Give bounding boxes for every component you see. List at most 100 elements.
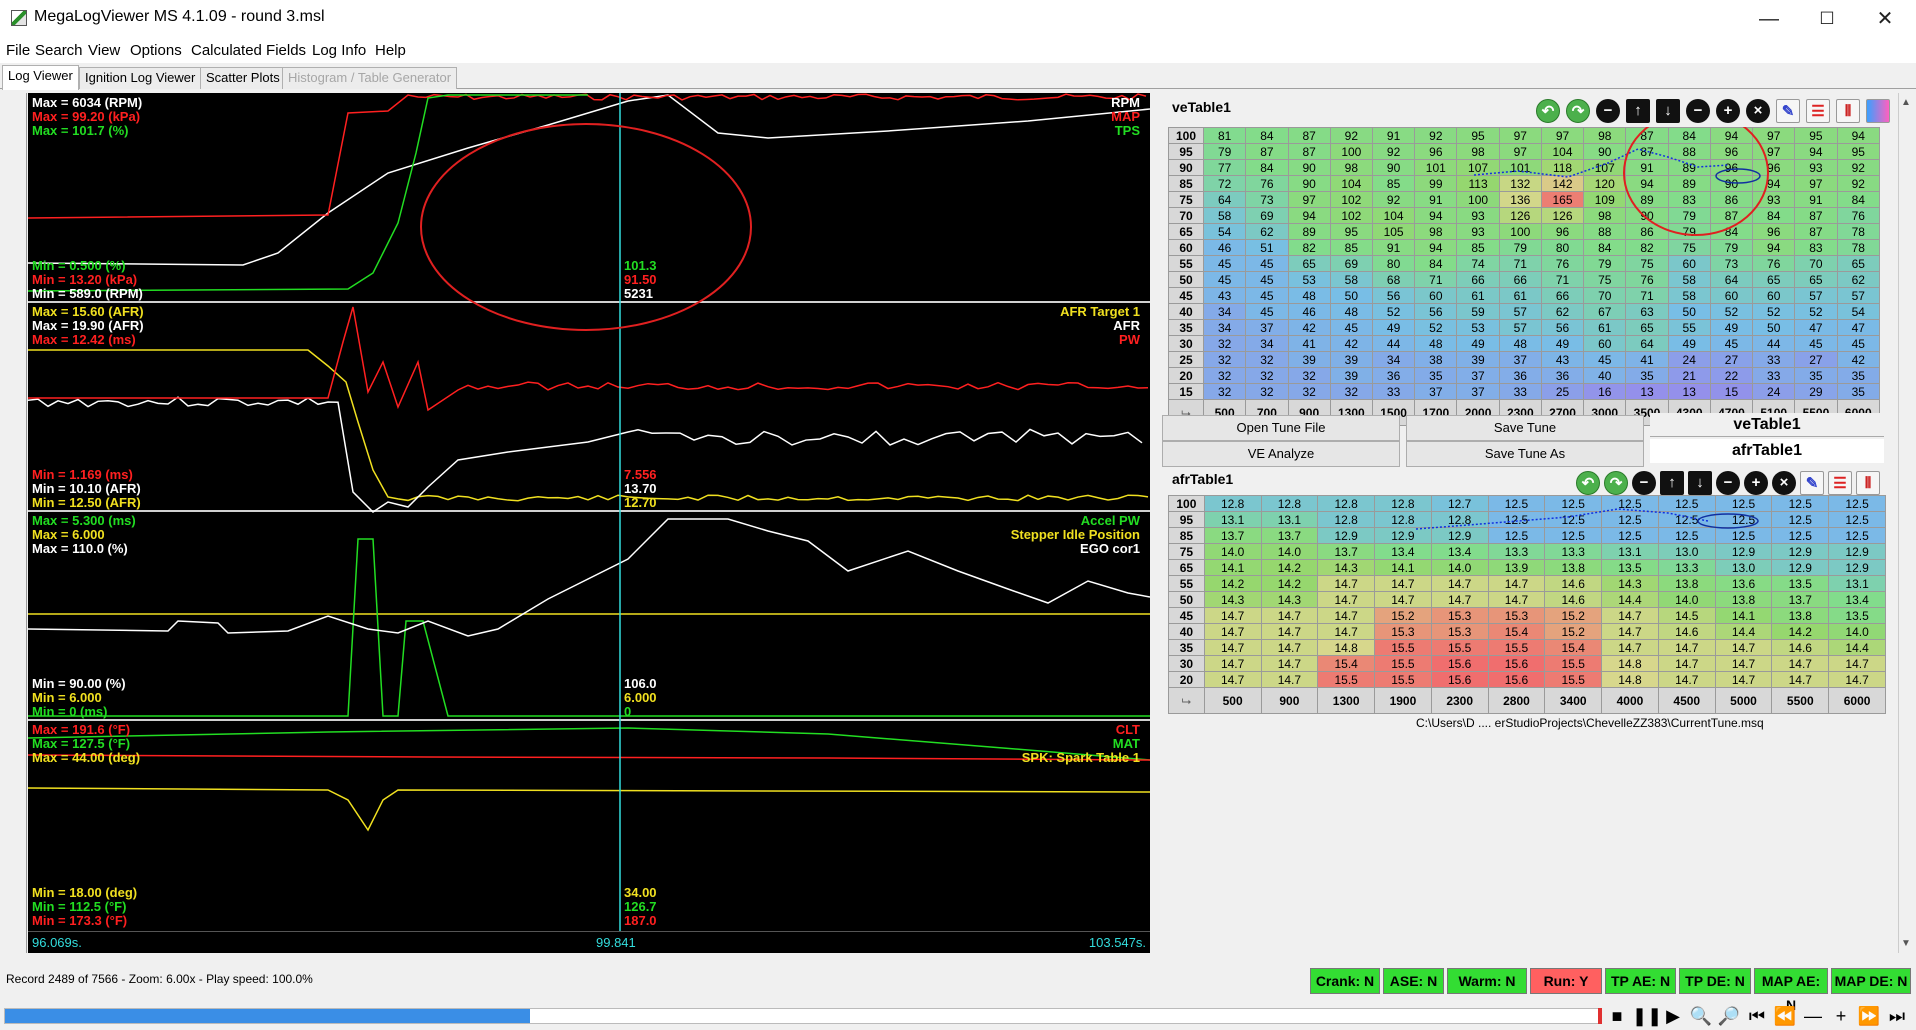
maximize-button[interactable]: ☐ — [1798, 0, 1856, 38]
minimize-button[interactable]: — — [1740, 0, 1798, 38]
scroll-up-icon[interactable]: ▲ — [1901, 97, 1911, 108]
play-icon[interactable]: ▶ — [1660, 1005, 1686, 1027]
playback-progress[interactable] — [4, 1008, 1602, 1024]
rewind-icon[interactable]: ⏪ — [1772, 1005, 1798, 1027]
arrow-up-icon[interactable]: ↑ — [1660, 471, 1684, 495]
menu-options[interactable]: Options — [130, 42, 182, 59]
tab-scatter-plots[interactable]: Scatter Plots — [200, 67, 286, 89]
menu-log-info[interactable]: Log Info — [312, 42, 366, 59]
log-graph-canvas[interactable]: Max = 6034 (RPM)Max = 99.20 (kPa)Max = 1… — [28, 93, 1150, 931]
min-label: Min = 90.00 (%) — [32, 676, 126, 691]
pencil-icon[interactable]: ✎ — [1800, 471, 1824, 495]
min-label: Min = 112.5 (°F) — [32, 899, 126, 914]
fast-forward-icon[interactable]: ⏩ — [1856, 1005, 1882, 1027]
zoom-out-icon[interactable]: 🔍 — [1688, 1005, 1714, 1027]
series-name: EGO cor1 — [1080, 541, 1140, 556]
menu-file[interactable]: File — [6, 42, 30, 59]
series-name: Stepper Idle Position — [1011, 527, 1140, 542]
minus-icon[interactable]: − — [1686, 99, 1710, 123]
ve-trace-overlay — [1473, 127, 1769, 236]
save-tune-button[interactable]: Save Tune — [1406, 415, 1644, 441]
open-tune-file-button[interactable]: Open Tune File — [1162, 415, 1400, 441]
max-label: Max = 15.60 (AFR) — [32, 304, 144, 319]
ve-cursor-trail — [1473, 148, 1729, 178]
close-button[interactable]: ✕ — [1856, 0, 1914, 38]
tab-afr-table[interactable]: afrTable1 — [1650, 439, 1884, 463]
tab-ignition-log-viewer[interactable]: Ignition Log Viewer — [79, 67, 202, 89]
plus-icon[interactable]: + — [1744, 471, 1768, 495]
menu-search[interactable]: Search — [35, 42, 83, 59]
title-bar: MegaLogViewer MS 4.1.09 - round 3.msl — … — [0, 0, 1916, 38]
annotation-ellipse — [1623, 127, 1769, 236]
zoom-in-icon[interactable]: 🔎 — [1716, 1005, 1742, 1027]
min-label: Min = 6.000 — [32, 690, 102, 705]
interpolate-rows-icon[interactable]: ☰ — [1828, 471, 1852, 495]
cursor-value: 6.000 — [624, 690, 657, 705]
cursor-value: 0 — [624, 704, 631, 719]
graph-side-strip — [3, 93, 27, 953]
cursor-value: 12.70 — [624, 495, 657, 510]
panel-scrollbar[interactable]: ▲ ▼ — [1898, 93, 1914, 953]
series-name: PW — [1119, 332, 1141, 347]
log-graph-area[interactable]: Max = 6034 (RPM) Max = 99.20 (kPa) Max = 1… — [28, 93, 1150, 931]
max-label: Max = 101.7 (%) — [32, 123, 128, 138]
max-label: Max = 99.20 (kPa) — [32, 109, 140, 124]
cursor-value: 5231 — [624, 286, 653, 301]
tab-ve-table[interactable]: veTable1 — [1650, 413, 1884, 437]
pause-icon[interactable]: ❚❚ — [1632, 1005, 1662, 1027]
status-flag: MAP AE: N — [1754, 968, 1828, 1013]
max-label: Max = 44.00 (deg) — [32, 750, 140, 765]
pencil-icon[interactable]: ✎ — [1776, 99, 1800, 123]
redo-icon[interactable]: ↷ — [1604, 471, 1628, 495]
multiply-icon[interactable]: × — [1772, 471, 1796, 495]
decrement-icon[interactable]: − — [1596, 99, 1620, 123]
min-label: Min = 13.20 (kPa) — [32, 272, 137, 287]
min-label: Min = 173.3 (°F) — [32, 913, 127, 928]
series-name: CLT — [1116, 722, 1140, 737]
max-label: Max = 5.300 (ms) — [32, 513, 136, 528]
undo-icon[interactable]: ↶ — [1576, 471, 1600, 495]
color-scale-icon[interactable] — [1866, 99, 1890, 123]
cursor-value: 91.50 — [624, 272, 657, 287]
redo-icon[interactable]: ↷ — [1566, 99, 1590, 123]
menu-view[interactable]: View — [88, 42, 120, 59]
cursor-value: 13.70 — [624, 481, 657, 496]
min-label: Min = 0.500 (%) — [32, 258, 126, 273]
undo-icon[interactable]: ↶ — [1536, 99, 1560, 123]
series-name: MAT — [1113, 736, 1140, 751]
menu-bar: File Search View Options Calculated Fiel… — [0, 38, 1916, 63]
plus-icon[interactable]: + — [1828, 1005, 1854, 1027]
minus-icon[interactable]: − — [1716, 471, 1740, 495]
arrow-up-icon[interactable]: ↑ — [1626, 99, 1650, 123]
save-tune-as-button[interactable]: Save Tune As — [1406, 441, 1644, 467]
scroll-down-icon[interactable]: ▼ — [1901, 938, 1911, 949]
timeline-end: 103.547s. — [1088, 935, 1146, 950]
menu-help[interactable]: Help — [375, 42, 406, 59]
series-name: AFR — [1113, 318, 1140, 333]
stop-icon[interactable]: ■ — [1604, 1005, 1630, 1027]
skip-end-icon[interactable]: ⏭ — [1884, 1005, 1910, 1027]
afr-cursor-trail — [1415, 508, 1709, 530]
multiply-icon[interactable]: × — [1746, 99, 1770, 123]
timeline-bar[interactable]: 96.069s. 99.841 103.547s. — [28, 931, 1150, 953]
timeline-cursor: 99.841 — [596, 935, 636, 950]
minus-icon[interactable]: — — [1800, 1005, 1826, 1027]
interpolate-cols-icon[interactable]: ⦀ — [1856, 471, 1880, 495]
arrow-down-icon[interactable]: ↓ — [1688, 471, 1712, 495]
max-label: Max = 191.6 (°F) — [32, 722, 130, 737]
view-tabs: Log Viewer Ignition Log Viewer Scatter P… — [0, 63, 1916, 90]
series-name: MAP — [1111, 109, 1140, 124]
min-label: Min = 1.169 (ms) — [32, 467, 133, 482]
afr-table-toolbar: ↶ ↷ − ↑ ↓ − + × ✎ ☰ ⦀ — [1576, 471, 1886, 495]
interpolate-cols-icon[interactable]: ⦀ — [1836, 99, 1860, 123]
series-name: AFR Target 1 — [1060, 304, 1140, 319]
status-flag: TP DE: N — [1679, 968, 1751, 994]
ve-analyze-button[interactable]: VE Analyze — [1162, 441, 1400, 467]
decrement-icon[interactable]: − — [1632, 471, 1656, 495]
arrow-down-icon[interactable]: ↓ — [1656, 99, 1680, 123]
menu-calculated-fields[interactable]: Calculated Fields — [191, 42, 306, 59]
interpolate-rows-icon[interactable]: ☰ — [1806, 99, 1830, 123]
plus-icon[interactable]: + — [1716, 99, 1740, 123]
skip-start-icon[interactable]: ⏮ — [1744, 1005, 1770, 1027]
tab-log-viewer[interactable]: Log Viewer — [2, 65, 79, 90]
